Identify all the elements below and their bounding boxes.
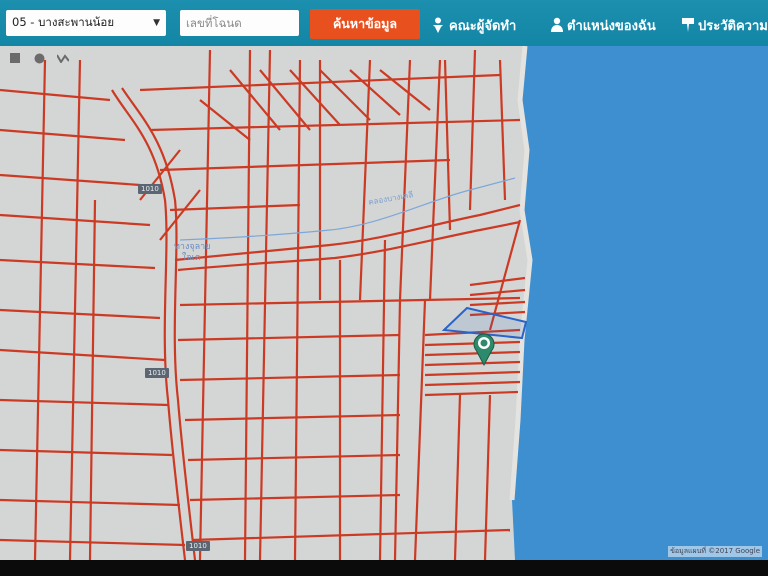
monitor-bezel	[0, 560, 768, 576]
map-canvas[interactable]	[0, 46, 768, 560]
road-number-label: 1010	[186, 541, 210, 551]
chevron-down-icon: ▼	[153, 18, 160, 28]
person-tie-icon	[433, 17, 443, 33]
place-label: ทางจุลาย ใจเด	[174, 242, 211, 264]
tooltip-icon	[682, 18, 694, 32]
district-select[interactable]: 05 - บางสะพานน้อย ▼	[6, 10, 166, 36]
road-number-label: 1010	[138, 184, 162, 194]
nav-my-location-label: ตำแหน่งของฉัน	[567, 18, 656, 34]
person-icon	[551, 17, 563, 32]
nav-history-label: ประวัติความ	[698, 18, 768, 34]
road-number-label: 1010	[145, 368, 169, 378]
sea-area	[512, 46, 768, 560]
nav-my-location[interactable]: ตำแหน่งของฉัน	[551, 14, 656, 36]
nav-committee[interactable]: คณะผู้จัดทำ	[431, 14, 516, 36]
search-button[interactable]: ค้นหาข้อมูล	[310, 9, 420, 39]
map-attribution: ข้อมูลแผนที่ ©2017 Google	[668, 546, 762, 557]
screen: 05 - บางสะพานน้อย ▼ ค้นหาข้อมูล คณะผู้จั…	[0, 0, 768, 576]
deed-number-input[interactable]	[180, 10, 299, 36]
location-marker-icon[interactable]	[472, 332, 496, 366]
nav-history[interactable]: ประวัติความ	[682, 14, 768, 36]
place-label-line: ใจเด	[182, 253, 201, 263]
polyline-draw-icon[interactable]	[56, 51, 70, 65]
nav-committee-label: คณะผู้จัดทำ	[449, 18, 517, 34]
cadastral-map[interactable]: 1010 1010 1010 ทางจุลาย ใจเด คลองบางเคลี	[0, 46, 768, 560]
draw-controls	[8, 51, 70, 65]
square-draw-icon[interactable]	[8, 51, 22, 65]
toolbar: 05 - บางสะพานน้อย ▼ ค้นหาข้อมูล คณะผู้จั…	[0, 0, 768, 46]
place-label-line: ทางจุลาย	[174, 242, 211, 252]
circle-draw-icon[interactable]	[32, 51, 46, 65]
district-select-value: 05 - บางสะพานน้อย	[12, 15, 115, 29]
